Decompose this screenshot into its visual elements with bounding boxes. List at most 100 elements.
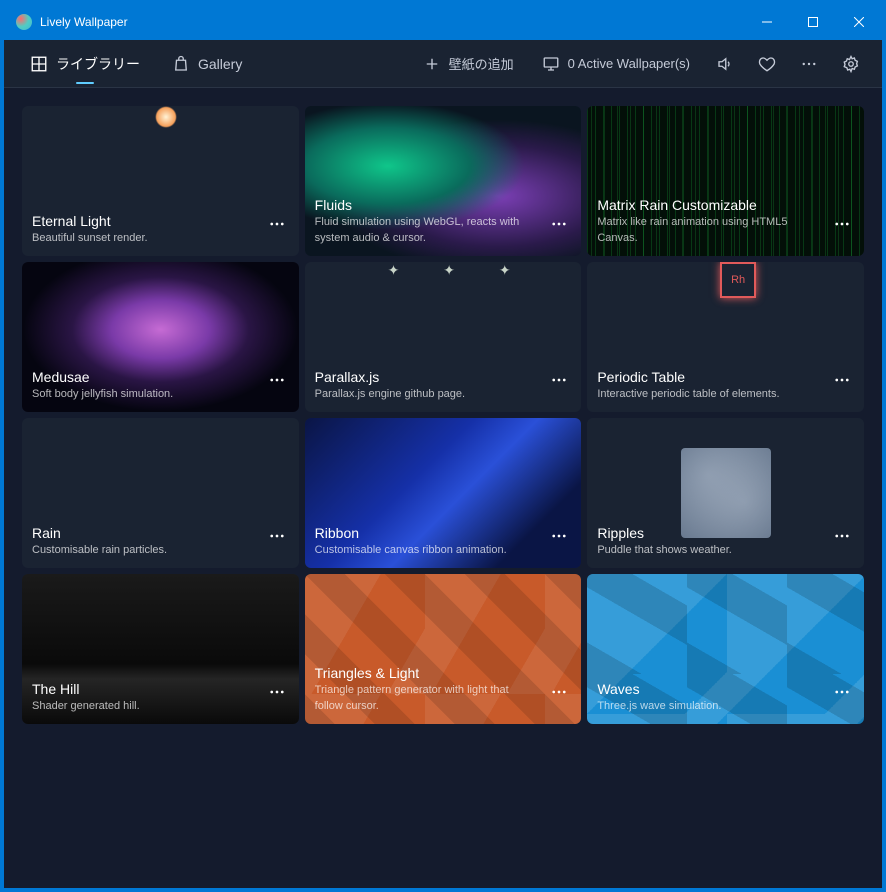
card-overlay: Matrix Rain Customizable Matrix like rai… (587, 187, 864, 256)
card-more-button[interactable] (828, 366, 856, 394)
maximize-icon (808, 17, 818, 27)
close-button[interactable] (836, 4, 882, 40)
wallpaper-card[interactable]: Fluids Fluid simulation using WebGL, rea… (305, 106, 582, 256)
tab-library-label: ライブラリー (56, 54, 140, 74)
grid-icon (30, 55, 48, 73)
card-title: Eternal Light (32, 213, 255, 229)
card-more-button[interactable] (263, 678, 291, 706)
card-more-button[interactable] (545, 678, 573, 706)
dots-icon (550, 371, 568, 389)
dots-icon (268, 683, 286, 701)
wallpaper-card[interactable]: Medusae Soft body jellyfish simulation. (22, 262, 299, 412)
card-overlay: Periodic Table Interactive periodic tabl… (587, 359, 864, 412)
card-title: Matrix Rain Customizable (597, 197, 820, 213)
app-icon (16, 14, 32, 30)
card-title: The Hill (32, 681, 255, 697)
add-wallpaper-button[interactable]: 壁紙の追加 (411, 46, 526, 82)
card-description: Parallax.js engine github page. (315, 387, 538, 402)
window-controls (744, 4, 882, 40)
tab-gallery[interactable]: Gallery (158, 40, 256, 88)
wallpaper-grid: Eternal Light Beautiful sunset render. F… (22, 106, 864, 724)
wallpaper-card[interactable]: Ribbon Customisable canvas ribbon animat… (305, 418, 582, 568)
bag-icon (172, 55, 190, 73)
monitor-icon (542, 55, 560, 73)
card-description: Soft body jellyfish simulation. (32, 387, 255, 402)
audio-button[interactable] (706, 46, 744, 82)
wallpaper-card[interactable]: Parallax.js Parallax.js engine github pa… (305, 262, 582, 412)
settings-button[interactable] (832, 46, 870, 82)
card-more-button[interactable] (545, 522, 573, 550)
favorite-button[interactable] (748, 46, 786, 82)
card-more-button[interactable] (545, 366, 573, 394)
maximize-button[interactable] (790, 4, 836, 40)
dots-icon (268, 527, 286, 545)
close-icon (854, 17, 864, 27)
card-title: Periodic Table (597, 369, 820, 385)
wallpaper-card[interactable]: Matrix Rain Customizable Matrix like rai… (587, 106, 864, 256)
card-description: Customisable rain particles. (32, 543, 255, 558)
card-more-button[interactable] (828, 210, 856, 238)
dots-icon (833, 371, 851, 389)
card-overlay: Rain Customisable rain particles. (22, 515, 299, 568)
wallpaper-card[interactable]: Eternal Light Beautiful sunset render. (22, 106, 299, 256)
card-title: Ribbon (315, 525, 538, 541)
card-title: Fluids (315, 197, 538, 213)
card-overlay: Medusae Soft body jellyfish simulation. (22, 359, 299, 412)
card-more-button[interactable] (828, 678, 856, 706)
gear-icon (842, 55, 860, 73)
tab-gallery-label: Gallery (198, 56, 242, 72)
card-more-button[interactable] (545, 210, 573, 238)
dots-icon (800, 55, 818, 73)
card-overlay: Fluids Fluid simulation using WebGL, rea… (305, 187, 582, 256)
dots-icon (550, 683, 568, 701)
card-title: Rain (32, 525, 255, 541)
card-overlay: Ribbon Customisable canvas ribbon animat… (305, 515, 582, 568)
card-description: Beautiful sunset render. (32, 231, 255, 246)
dots-icon (268, 215, 286, 233)
card-overlay: The Hill Shader generated hill. (22, 671, 299, 724)
dots-icon (550, 527, 568, 545)
wallpaper-card[interactable]: Ripples Puddle that shows weather. (587, 418, 864, 568)
wallpaper-card[interactable]: Periodic Table Interactive periodic tabl… (587, 262, 864, 412)
wallpaper-card[interactable]: The Hill Shader generated hill. (22, 574, 299, 724)
content-area: Eternal Light Beautiful sunset render. F… (4, 88, 882, 888)
window-title: Lively Wallpaper (40, 15, 744, 29)
card-description: Customisable canvas ribbon animation. (315, 543, 538, 558)
app-window: Lively Wallpaper ライブラリー Gallery 壁紙の追加 (4, 4, 882, 888)
more-button[interactable] (790, 46, 828, 82)
card-description: Triangle pattern generator with light th… (315, 683, 538, 714)
card-more-button[interactable] (263, 522, 291, 550)
card-title: Ripples (597, 525, 820, 541)
card-overlay: Triangles & Light Triangle pattern gener… (305, 655, 582, 724)
card-overlay: Parallax.js Parallax.js engine github pa… (305, 359, 582, 412)
card-more-button[interactable] (263, 210, 291, 238)
card-description: Three.js wave simulation. (597, 699, 820, 714)
plus-icon (423, 55, 441, 73)
card-title: Waves (597, 681, 820, 697)
card-description: Matrix like rain animation using HTML5 C… (597, 215, 820, 246)
dots-icon (268, 371, 286, 389)
card-overlay: Eternal Light Beautiful sunset render. (22, 203, 299, 256)
wallpaper-card[interactable]: Triangles & Light Triangle pattern gener… (305, 574, 582, 724)
heart-icon (758, 55, 776, 73)
card-more-button[interactable] (828, 522, 856, 550)
speaker-icon (716, 55, 734, 73)
card-more-button[interactable] (263, 366, 291, 394)
toolbar: ライブラリー Gallery 壁紙の追加 0 Active Wallpaper(… (4, 40, 882, 88)
wallpaper-card[interactable]: Rain Customisable rain particles. (22, 418, 299, 568)
card-description: Puddle that shows weather. (597, 543, 820, 558)
card-description: Shader generated hill. (32, 699, 255, 714)
tab-library[interactable]: ライブラリー (16, 40, 154, 88)
card-title: Triangles & Light (315, 665, 538, 681)
titlebar: Lively Wallpaper (4, 4, 882, 40)
active-wallpapers-button[interactable]: 0 Active Wallpaper(s) (530, 46, 702, 82)
add-wallpaper-label: 壁紙の追加 (449, 54, 514, 73)
minimize-button[interactable] (744, 4, 790, 40)
card-title: Medusae (32, 369, 255, 385)
dots-icon (833, 683, 851, 701)
card-overlay: Waves Three.js wave simulation. (587, 671, 864, 724)
minimize-icon (762, 17, 772, 27)
wallpaper-card[interactable]: Waves Three.js wave simulation. (587, 574, 864, 724)
dots-icon (833, 527, 851, 545)
card-title: Parallax.js (315, 369, 538, 385)
